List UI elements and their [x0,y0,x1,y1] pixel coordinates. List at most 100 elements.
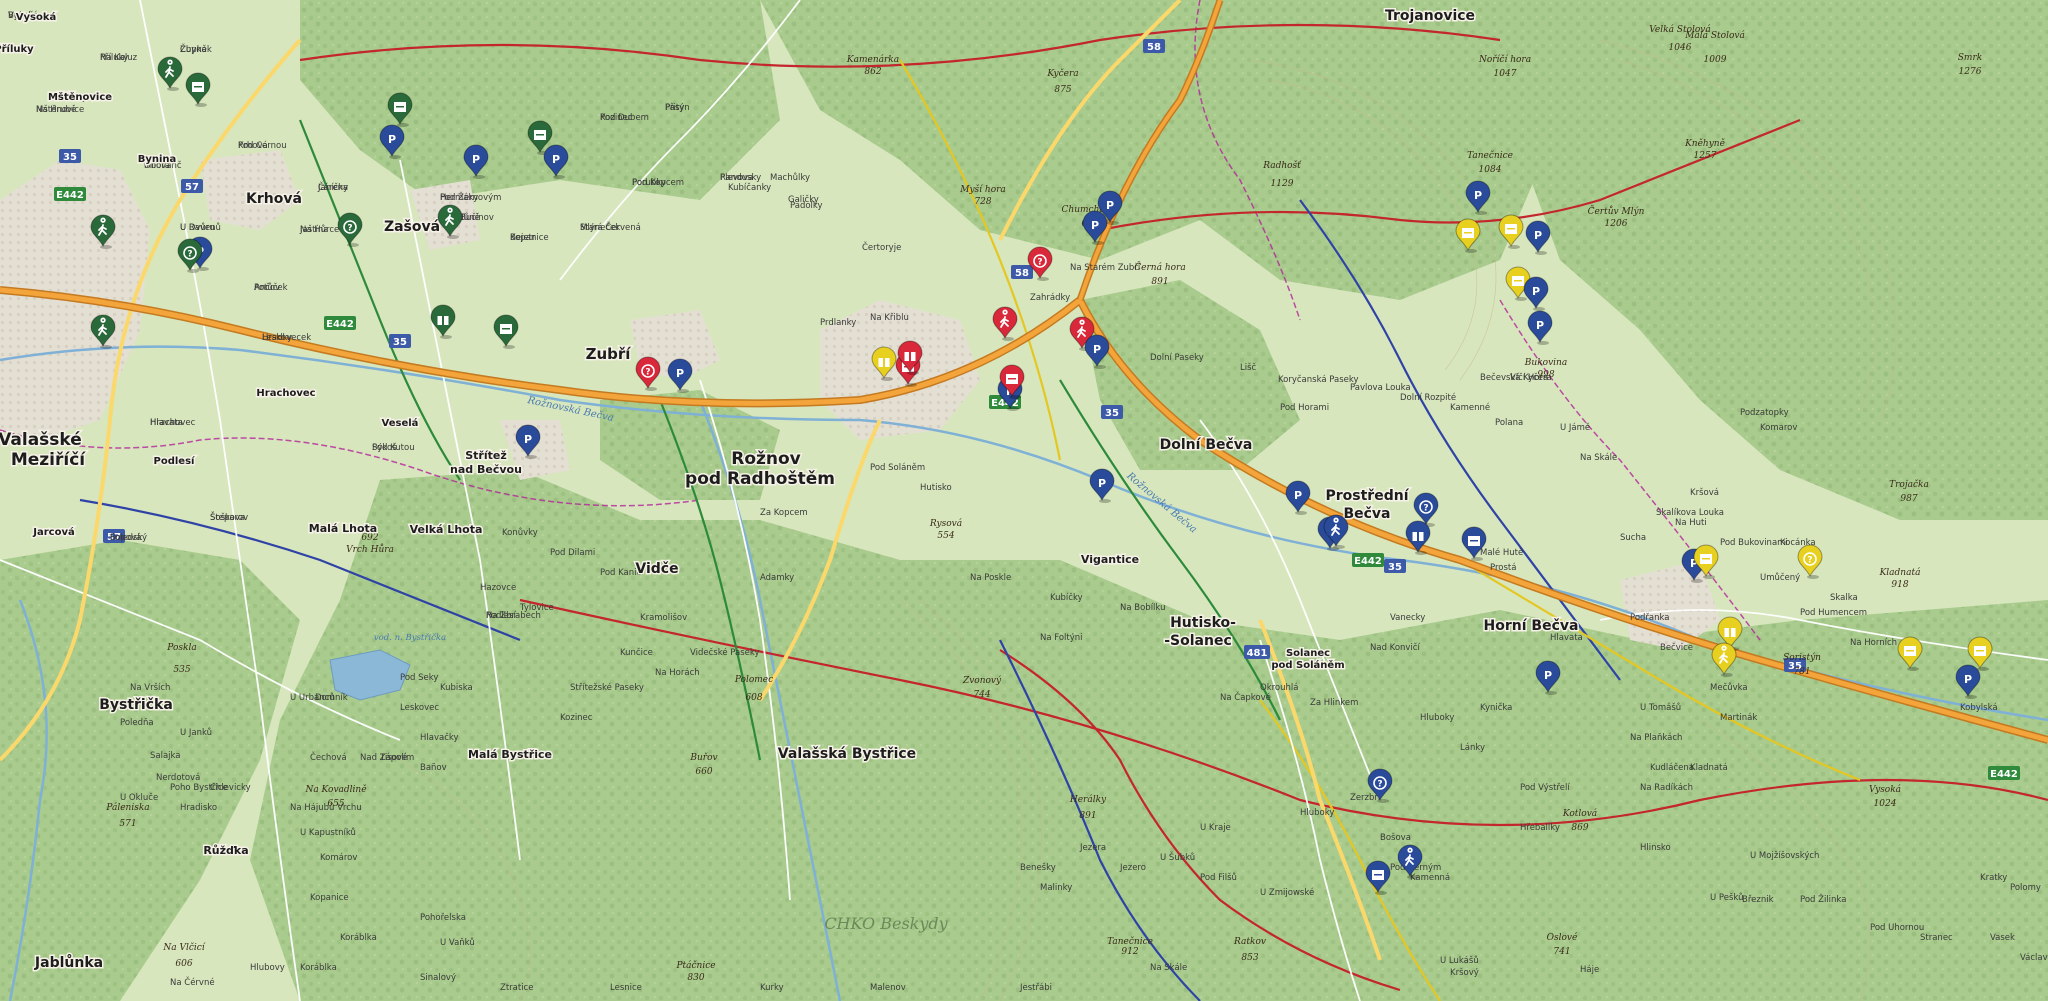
locality-label: Pavlova Louka [1350,383,1411,393]
info-question-glyph: ? [187,250,192,260]
locality-label: Dolní Rozpité [1400,392,1456,403]
locality-label: Ztratice [500,983,533,993]
locality-label: Kladnatá [1690,763,1728,773]
road-shield: E442 [56,190,84,201]
locality-label: Pod Kutou [372,443,415,453]
pin-shadow [1508,245,1520,249]
locality-label: Hlavata [150,418,183,428]
locality-label: Salajka [150,751,181,761]
peak-name: Soristýn [1783,652,1821,663]
museum-icon-stripe [1976,650,1984,652]
locality-label: Umůčený [1760,572,1800,583]
locality-label: Na Křiblu [870,313,909,323]
peak-elevation: 998 [1537,370,1554,380]
locality-label: Lesnice [610,983,642,993]
locality-label: Prdlanky [820,318,856,328]
locality-label: Lišč [1240,362,1257,373]
town-label: Bystřička [99,697,173,713]
pin-shadow [1965,695,1977,699]
locality-label: Poledňa [120,717,154,728]
parking-icon: P [676,367,684,380]
museum-icon-stripe [1514,280,1522,282]
locality-label: Na Bobílku [1120,603,1165,613]
peak-elevation: 918 [1891,580,1908,590]
locality-label: Malinky [1040,883,1072,893]
locality-label: Skalíkova Louka [1656,508,1724,518]
locality-label: Bejetr [510,233,536,243]
pin-shadow [440,335,452,339]
pin-shadow [195,103,207,107]
peak-elevation: 728 [974,197,991,207]
road-shield: 35 [1388,562,1402,573]
town-label: Velká Lhota [410,523,483,536]
locality-label: Kurky [760,983,784,993]
locality-label: Poho Bystřice [170,783,228,793]
locality-label: U Mojžíšovských [1750,850,1819,861]
parking-icon: P [472,153,480,166]
pin-shadow [645,387,657,391]
pin-shadow [1721,673,1733,677]
parking-icon: P [1536,319,1544,332]
road-shield: E442 [1990,769,2018,780]
pin-shadow [1377,799,1389,803]
locality-label: Kubíčky [1050,592,1083,603]
peak-name: Kotlová [1562,808,1597,819]
peak-elevation: 535 [173,665,190,675]
peak-name: Kyčera [1046,68,1078,79]
locality-label: Na Foltýni [1040,633,1083,643]
locality-label: Pohořelska [420,913,466,923]
pin-shadow [553,175,565,179]
road-shield: 35 [393,337,407,348]
peak-elevation: 1047 [1494,69,1517,79]
info-question-glyph: ? [1423,504,1428,514]
pin-shadow [1002,337,1014,341]
locality-label: Bučinov [460,212,494,223]
pin-shadow [1094,365,1106,369]
pin-shadow [1471,557,1483,561]
peak-elevation: 744 [973,690,990,700]
peak-name: Malá Stolová [1684,30,1745,41]
pin-shadow [1907,667,1919,671]
locality-label: Zahrádky [1030,293,1070,303]
locality-label: Malé Hutě [1480,547,1523,558]
locality-label: Václavka [2020,953,2048,963]
locality-label: Čáreny [318,181,348,193]
town-label: Malá Lhota [309,522,377,535]
locality-label: Leskovecek [262,333,311,343]
museum-icon-stripe [1507,228,1515,230]
locality-label: Podřanka [1630,613,1670,623]
museum-icon-stripe [1374,874,1382,876]
gift-icon-ribbon [442,313,444,325]
info-question-glyph: ? [645,368,650,378]
locality-label: Na Radíkách [1640,783,1693,793]
locality-label: Kubíčanky [728,182,771,193]
peak-elevation: 1129 [1271,179,1294,189]
locality-label: Nad Konvičí [1370,642,1420,653]
peak-elevation: 608 [745,693,762,703]
locality-label: Nad Zápolím [360,753,414,763]
locality-label: Zbyněk [180,45,212,55]
peak-name: Polomec [734,675,773,685]
locality-label: Na Horách [655,668,700,678]
pin-shadow [907,371,919,375]
locality-label: Koryčanská Paseky [1278,374,1359,385]
road-shield: 481 [1247,648,1268,659]
info-question-glyph: ? [1037,258,1042,268]
locality-label: Na Čérvné [170,976,215,988]
gift-icon-ribbon [1417,529,1419,541]
peak-elevation: 891 [1079,811,1096,821]
peak-elevation: 912 [1121,947,1138,957]
pin-shadow [397,123,409,127]
peak-name: Páleniska [105,802,149,813]
peak-elevation: 1276 [1959,67,1982,77]
pin-shadow [100,245,112,249]
museum-icon-stripe [396,106,404,108]
topographic-map[interactable]: 35 35 35 35 35 57 57 58 58 481 E442 E442… [0,0,2048,1001]
locality-label: Hlavačky [420,732,459,743]
town-label: Malá Bystřice [468,748,552,761]
town-label: Jarcová [32,526,74,538]
locality-label: Kamenné [1450,402,1490,413]
locality-label: Na Vrších [130,682,170,693]
pin-shadow [1092,241,1104,245]
peak-name: Smrk [1958,53,1982,63]
